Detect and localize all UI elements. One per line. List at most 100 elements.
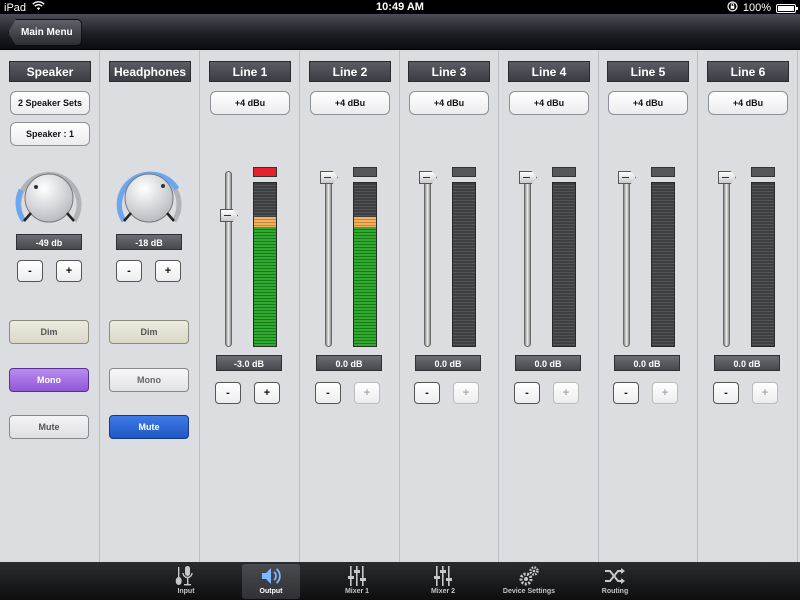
headphones-decrease-button[interactable]: - bbox=[116, 260, 142, 282]
line-title: Line 5 bbox=[607, 61, 689, 82]
line-clip-indicator bbox=[253, 167, 277, 177]
speaker-decrease-button[interactable]: - bbox=[17, 260, 43, 282]
faders-icon bbox=[414, 564, 472, 588]
line-increase-button[interactable]: + bbox=[254, 382, 280, 404]
headphones-dim-button[interactable]: Dim bbox=[109, 320, 189, 344]
tab-label: Routing bbox=[601, 588, 629, 595]
line-decrease-button[interactable]: - bbox=[315, 382, 341, 404]
line-reference-level-button[interactable]: +4 dBu bbox=[310, 91, 390, 115]
line-gain-display: 0.0 dB bbox=[714, 355, 780, 371]
meter-green-segment bbox=[254, 227, 276, 346]
shuffle-icon bbox=[586, 564, 644, 588]
line-6-column: Line 6 +4 dBu 0.0 dB - + bbox=[698, 51, 798, 562]
speaker-mono-button[interactable]: Mono bbox=[9, 368, 89, 392]
line-gain-display: 0.0 dB bbox=[316, 355, 382, 371]
line-decrease-button[interactable]: - bbox=[414, 382, 440, 404]
headphones-column: Headphones -18 dB - + Dim Mono Mute bbox=[100, 51, 200, 562]
line-level-meter bbox=[253, 182, 277, 347]
meter-green-segment bbox=[354, 227, 376, 346]
line-decrease-button[interactable]: - bbox=[215, 382, 241, 404]
line-2-column: Line 2 +4 dBu 0.0 dB - + bbox=[300, 51, 400, 562]
tab-routing[interactable]: Routing bbox=[586, 564, 644, 599]
line-increase-button[interactable]: + bbox=[453, 382, 479, 404]
speaker-mute-button[interactable]: Mute bbox=[9, 415, 89, 439]
headphones-mute-button[interactable]: Mute bbox=[109, 415, 189, 439]
line-title: Line 3 bbox=[408, 61, 490, 82]
line-decrease-button[interactable]: - bbox=[713, 382, 739, 404]
line-clip-indicator bbox=[452, 167, 476, 177]
line-fader-track[interactable] bbox=[225, 171, 232, 347]
tab-mixer-2[interactable]: Mixer 2 bbox=[414, 564, 472, 599]
battery-percent: 100% bbox=[742, 2, 771, 14]
gears-icon bbox=[500, 564, 558, 588]
speaker-icon bbox=[242, 564, 300, 588]
tab-input[interactable]: Input bbox=[157, 564, 215, 599]
headphones-mono-button[interactable]: Mono bbox=[109, 368, 189, 392]
line-increase-button[interactable]: + bbox=[553, 382, 579, 404]
navigation-bar: Main Menu bbox=[0, 14, 800, 50]
headphones-increase-button[interactable]: + bbox=[155, 260, 181, 282]
main-menu-back-button[interactable]: Main Menu bbox=[8, 19, 82, 46]
line-level-meter bbox=[552, 182, 576, 347]
line-clip-indicator bbox=[751, 167, 775, 177]
speaker-increase-button[interactable]: + bbox=[56, 260, 82, 282]
speaker-sets-button[interactable]: 2 Speaker Sets bbox=[10, 91, 90, 115]
line-3-column: Line 3 +4 dBu 0.0 dB - + bbox=[399, 51, 499, 562]
tab-device-settings[interactable]: Device Settings bbox=[500, 564, 558, 599]
line-increase-button[interactable]: + bbox=[652, 382, 678, 404]
line-fader-thumb[interactable] bbox=[718, 171, 736, 184]
microphone-guitar-icon bbox=[157, 564, 215, 588]
speaker-level-display: -49 db bbox=[16, 234, 82, 250]
line-4-column: Line 4 +4 dBu 0.0 dB - + bbox=[499, 51, 599, 562]
speaker-volume-knob[interactable] bbox=[14, 163, 84, 233]
line-increase-button[interactable]: + bbox=[752, 382, 778, 404]
headphones-volume-knob[interactable] bbox=[114, 163, 184, 233]
speaker-select-button[interactable]: Speaker : 1 bbox=[10, 122, 90, 146]
line-gain-display: 0.0 dB bbox=[415, 355, 481, 371]
line-fader-track[interactable] bbox=[623, 171, 630, 347]
line-reference-level-button[interactable]: +4 dBu bbox=[509, 91, 589, 115]
line-reference-level-button[interactable]: +4 dBu bbox=[608, 91, 688, 115]
line-reference-level-button[interactable]: +4 dBu bbox=[708, 91, 788, 115]
speaker-column: Speaker 2 Speaker Sets Speaker : 1 -49 d… bbox=[0, 51, 100, 562]
line-level-meter bbox=[751, 182, 775, 347]
tab-output[interactable]: Output bbox=[242, 564, 300, 599]
output-panel: Speaker 2 Speaker Sets Speaker : 1 -49 d… bbox=[0, 51, 800, 562]
line-fader-thumb[interactable] bbox=[320, 171, 338, 184]
line-reference-level-button[interactable]: +4 dBu bbox=[409, 91, 489, 115]
line-title: Line 1 bbox=[209, 61, 291, 82]
line-clip-indicator bbox=[353, 167, 377, 177]
tab-label: Input bbox=[177, 588, 195, 595]
headphones-title: Headphones bbox=[109, 61, 191, 82]
line-gain-display: 0.0 dB bbox=[515, 355, 581, 371]
line-decrease-button[interactable]: - bbox=[514, 382, 540, 404]
line-1-column: Line 1 +4 dBu -3.0 dB - + bbox=[200, 51, 300, 562]
line-fader-track[interactable] bbox=[325, 171, 332, 347]
line-increase-button[interactable]: + bbox=[354, 382, 380, 404]
tab-mixer-1[interactable]: Mixer 1 bbox=[328, 564, 386, 599]
line-title: Line 2 bbox=[309, 61, 391, 82]
line-reference-level-button[interactable]: +4 dBu bbox=[210, 91, 290, 115]
speaker-dim-button[interactable]: Dim bbox=[9, 320, 89, 344]
clock: 10:49 AM bbox=[376, 1, 424, 13]
line-level-meter bbox=[353, 182, 377, 347]
line-fader-thumb[interactable] bbox=[220, 209, 238, 222]
line-gain-display: -3.0 dB bbox=[216, 355, 282, 371]
status-bar: iPad 10:49 AM 100% bbox=[0, 0, 800, 14]
line-fader-thumb[interactable] bbox=[618, 171, 636, 184]
tab-label: Mixer 2 bbox=[430, 588, 456, 595]
speaker-title: Speaker bbox=[9, 61, 91, 82]
line-level-meter bbox=[651, 182, 675, 347]
line-gain-display: 0.0 dB bbox=[614, 355, 680, 371]
line-decrease-button[interactable]: - bbox=[613, 382, 639, 404]
tab-bar: Input Output Mixer 1 Mixer 2 Device Settings… bbox=[0, 562, 800, 600]
tab-label: Device Settings bbox=[502, 588, 556, 595]
line-level-meter bbox=[452, 182, 476, 347]
line-5-column: Line 5 +4 dBu 0.0 dB - + bbox=[598, 51, 698, 562]
line-fader-track[interactable] bbox=[723, 171, 730, 347]
line-fader-thumb[interactable] bbox=[519, 171, 537, 184]
tab-label: Mixer 1 bbox=[344, 588, 370, 595]
line-fader-track[interactable] bbox=[524, 171, 531, 347]
line-fader-track[interactable] bbox=[424, 171, 431, 347]
line-fader-thumb[interactable] bbox=[419, 171, 437, 184]
